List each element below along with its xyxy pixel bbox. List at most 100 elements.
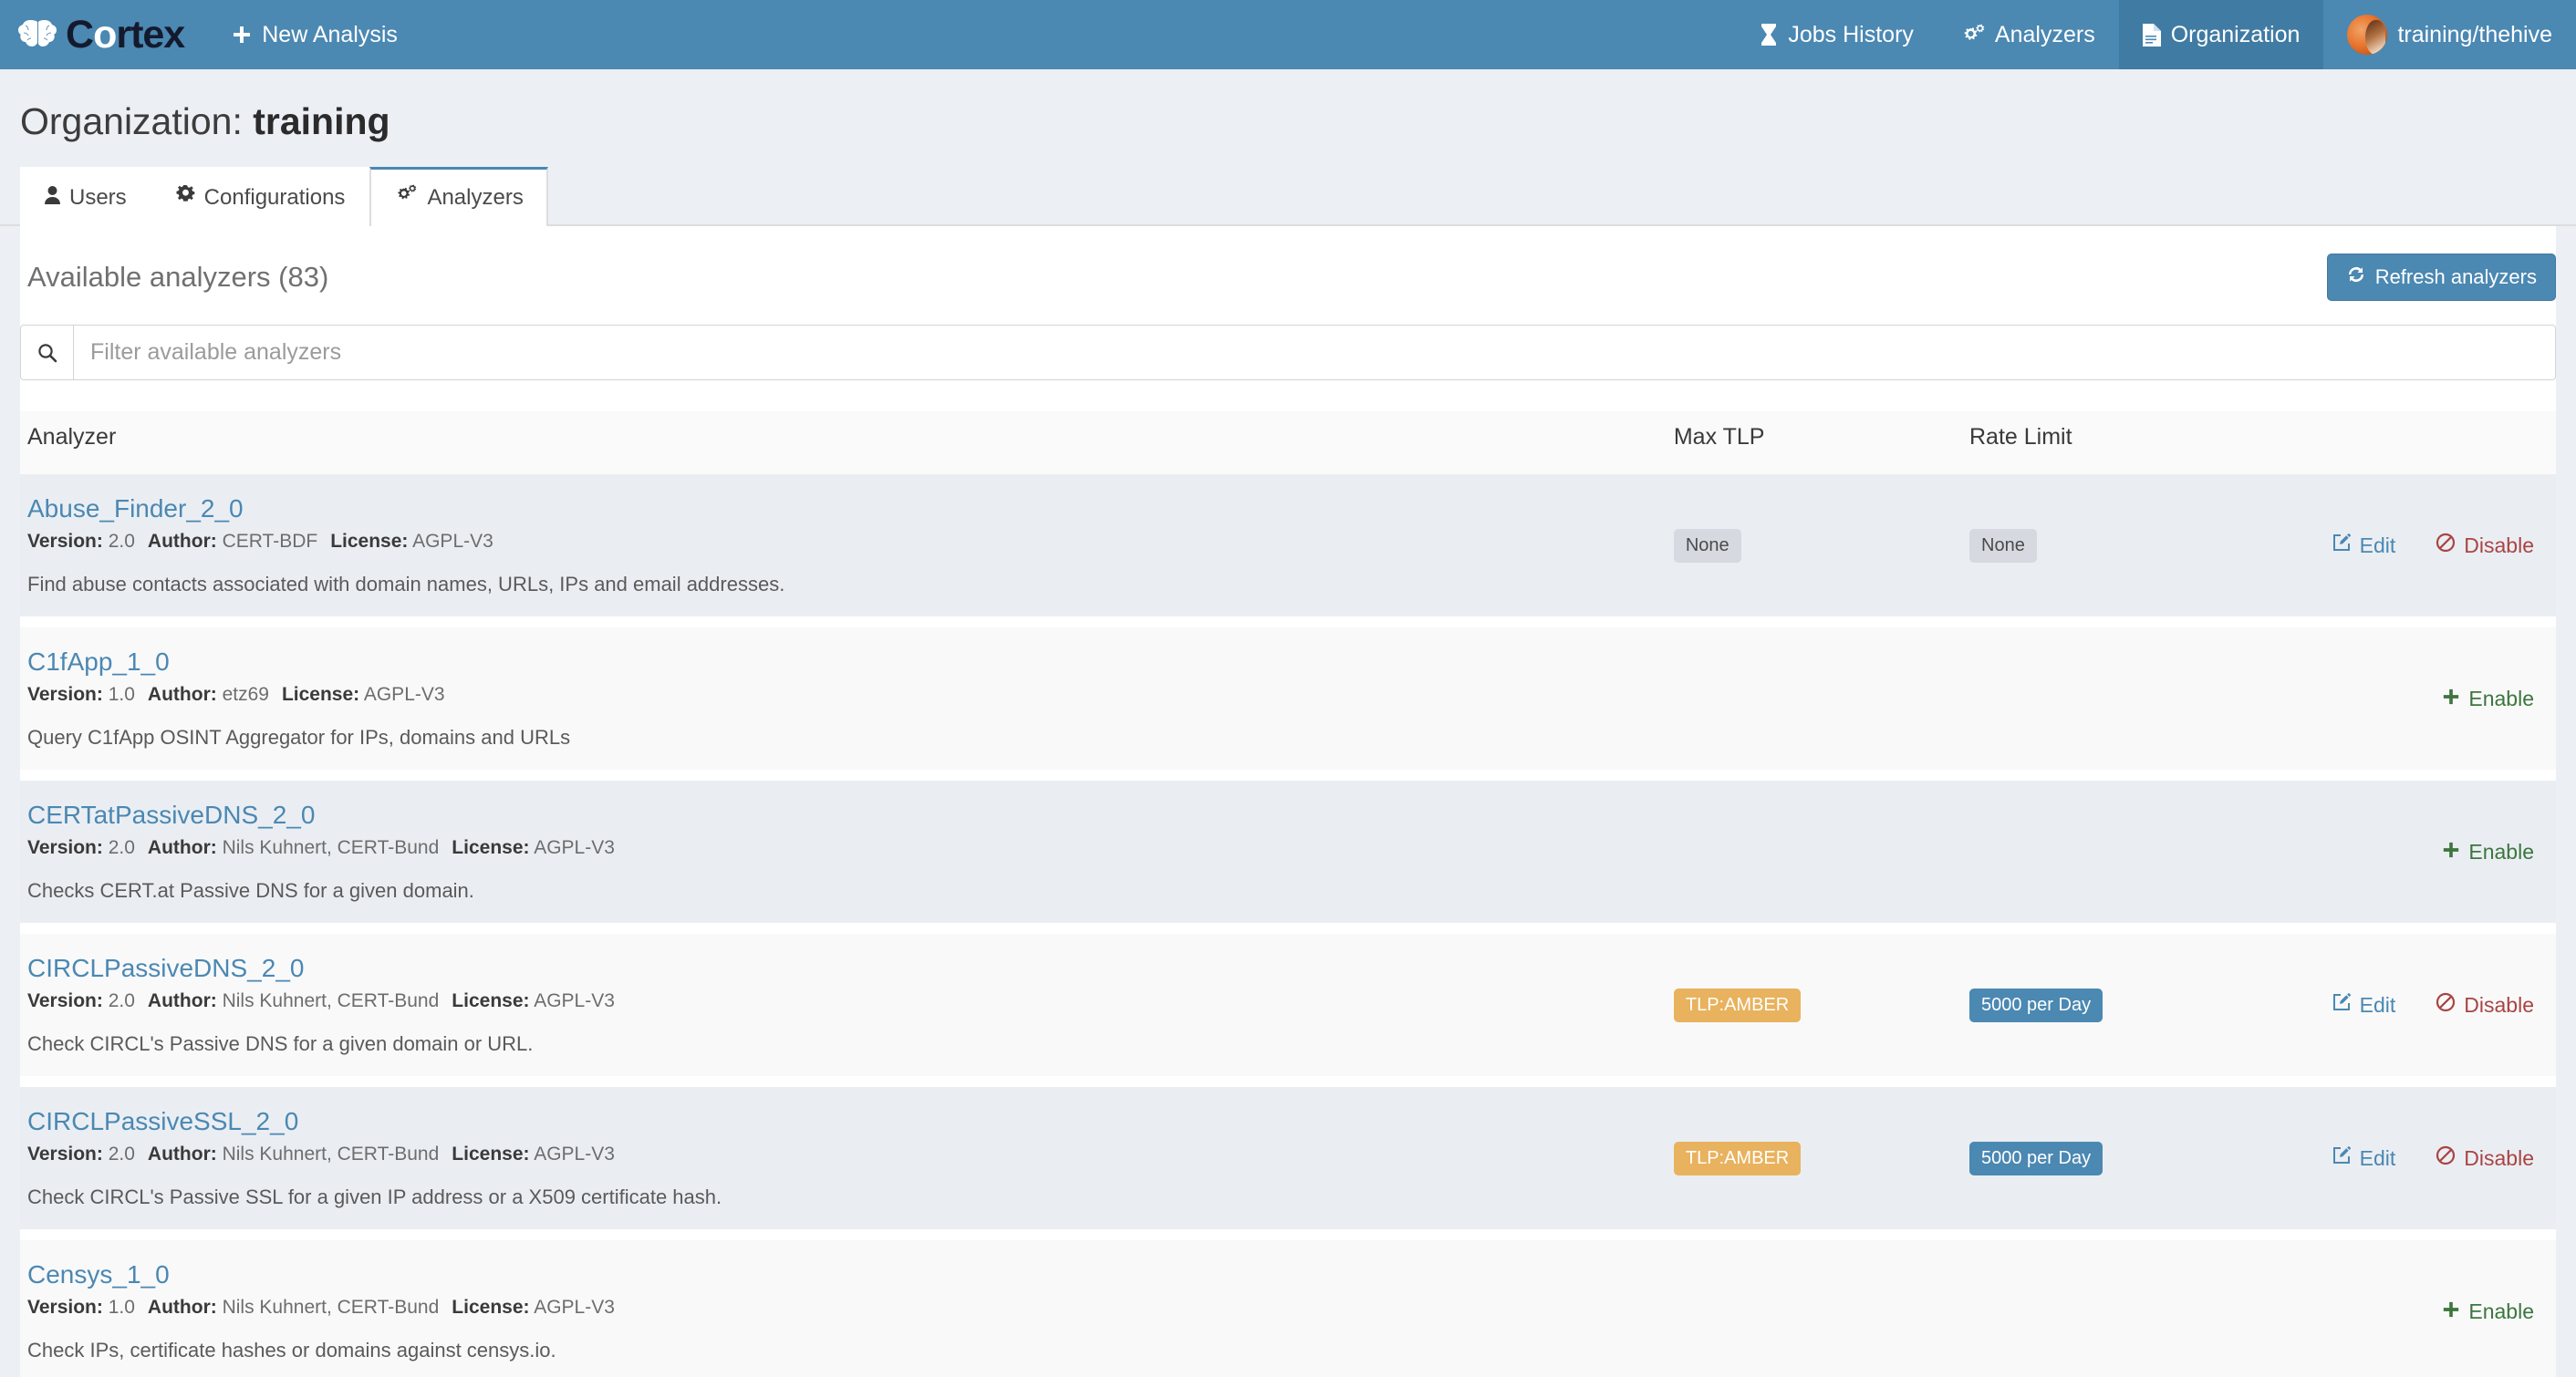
- col-max-tlp: Max TLP: [1673, 411, 1969, 474]
- avatar: [2347, 15, 2388, 55]
- analyzer-name-link[interactable]: Abuse_Finder_2_0: [27, 494, 244, 523]
- edit-analyzer-button[interactable]: Edit: [2332, 992, 2396, 1018]
- nav-organization-label: Organization: [2170, 21, 2301, 47]
- analyzer-description: Check IPs, certificate hashes or domains…: [27, 1339, 556, 1361]
- max-tlp-badge: TLP:AMBER: [1673, 1141, 1802, 1175]
- top-navbar: Cortex New Analysis Jobs History Analyze…: [0, 0, 2576, 69]
- analyzer-meta: Version: 1.0 Author: Nils Kuhnert, CERT-B…: [27, 1297, 1674, 1319]
- row-spacer: [20, 1229, 2556, 1240]
- analyzer-description: Checks CERT.at Passive DNS for a given d…: [27, 879, 474, 902]
- col-actions: [2265, 411, 2556, 474]
- max-tlp-cell: TLP:AMBER: [1673, 934, 1969, 1076]
- rate-limit-badge: 5000 per Day: [1969, 1141, 2103, 1175]
- author-value: Nils Kuhnert, CERT-Bund: [222, 1297, 440, 1318]
- license-label: License:: [281, 684, 360, 705]
- disable-analyzer-button[interactable]: Disable: [2436, 992, 2534, 1018]
- filter-analyzers-input[interactable]: [74, 326, 2555, 379]
- enable-analyzer-button[interactable]: Enable: [2442, 1299, 2534, 1324]
- analyzer-name-link[interactable]: C1fApp_1_0: [27, 647, 170, 677]
- disable-label: Disable: [2464, 992, 2534, 1017]
- analyzer-description: Check CIRCL's Passive SSL for a given IP…: [27, 1185, 722, 1208]
- edit-analyzer-button[interactable]: Edit: [2332, 1145, 2395, 1171]
- max-tlp-badge: None: [1673, 528, 1741, 563]
- version-label: Version:: [27, 531, 103, 552]
- tab-analyzers[interactable]: Analyzers: [369, 167, 548, 226]
- author-label: Author:: [147, 684, 217, 705]
- enable-analyzer-button[interactable]: Enable: [2442, 840, 2534, 865]
- edit-icon: [2332, 1145, 2352, 1171]
- nav-new-analysis[interactable]: New Analysis: [208, 0, 421, 69]
- version-value: 1.0: [108, 684, 135, 705]
- plus-icon: [2442, 840, 2460, 865]
- available-analyzers-title: Available analyzers (83): [27, 261, 329, 293]
- version-value: 1.0: [108, 1297, 135, 1318]
- panel-header: Available analyzers (83) Refresh analyze…: [20, 226, 2556, 325]
- analyzer-name-link[interactable]: CERTatPassiveDNS_2_0: [27, 801, 315, 830]
- actions-cell: Edit Disable: [2265, 934, 2556, 1076]
- analyzer-name-link[interactable]: CIRCLPassiveDNS_2_0: [27, 954, 304, 983]
- edit-label: Edit: [2359, 992, 2396, 1017]
- row-actions: Edit Disable: [2265, 533, 2556, 558]
- analyzer-name-link[interactable]: Censys_1_0: [27, 1260, 170, 1289]
- plus-icon: [2442, 687, 2460, 711]
- license-label: License:: [452, 1144, 530, 1165]
- license-label: License:: [452, 1297, 530, 1318]
- analyzers-table: Analyzer Max TLP Rate Limit Abuse_Finder…: [20, 411, 2556, 1377]
- row-actions: Enable: [2265, 687, 2556, 711]
- version-label: Version:: [27, 684, 103, 705]
- disable-label: Disable: [2464, 1145, 2534, 1170]
- analyzer-meta: Version: 2.0 Author: CERT-BDF License: AGP…: [27, 531, 1674, 553]
- tab-configurations[interactable]: Configurations: [151, 167, 370, 226]
- license-value: AGPL-V3: [534, 837, 615, 858]
- nav-analyzers[interactable]: Analyzers: [1937, 0, 2119, 69]
- max-tlp-cell: TLP:AMBER: [1673, 1087, 1969, 1229]
- enable-analyzer-button[interactable]: Enable: [2442, 687, 2534, 711]
- nav-organization[interactable]: Organization: [2118, 0, 2324, 69]
- col-rate-limit: Rate Limit: [1969, 411, 2266, 474]
- version-label: Version:: [27, 1297, 103, 1318]
- row-spacer: [20, 616, 2556, 627]
- ban-icon: [2436, 533, 2456, 558]
- org-tabs: Users Configurations Analyzers: [0, 167, 2576, 226]
- table-row: CERTatPassiveDNS_2_0 Version: 2.0 Author: …: [20, 781, 2556, 923]
- gear-icon: [176, 184, 195, 211]
- ban-icon: [2436, 1145, 2456, 1171]
- refresh-analyzers-button[interactable]: Refresh analyzers: [2326, 254, 2556, 301]
- disable-analyzer-button[interactable]: Disable: [2436, 1145, 2534, 1171]
- nav-jobs-history[interactable]: Jobs History: [1736, 0, 1937, 69]
- navbar-spacer: [421, 0, 1736, 69]
- version-value: 2.0: [108, 1144, 135, 1165]
- analyzer-name-link[interactable]: CIRCLPassiveSSL_2_0: [27, 1107, 298, 1136]
- license-value: AGPL-V3: [534, 1144, 615, 1165]
- row-actions: Edit Disable: [2265, 992, 2556, 1018]
- table-row: Abuse_Finder_2_0 Version: 2.0 Author: CERT…: [20, 474, 2556, 616]
- nav-user-menu[interactable]: training/thehive: [2323, 0, 2576, 69]
- ban-icon: [2436, 992, 2456, 1018]
- max-tlp-cell: None: [1673, 474, 1969, 616]
- version-label: Version:: [27, 837, 103, 858]
- search-icon[interactable]: [21, 326, 74, 379]
- analyzers-table-body: Abuse_Finder_2_0 Version: 2.0 Author: CERT…: [20, 474, 2556, 1377]
- plus-icon: [2442, 1299, 2460, 1324]
- rate-limit-cell: None: [1969, 474, 2266, 616]
- analyzer-meta: Version: 1.0 Author: etz69 License: AGPL-V…: [27, 684, 1674, 706]
- nav-analyzers-label: Analyzers: [1994, 21, 2095, 47]
- max-tlp-cell: [1673, 627, 1969, 770]
- file-text-icon: [2142, 23, 2161, 47]
- brand-logo-link[interactable]: Cortex: [0, 0, 208, 69]
- edit-icon: [2332, 992, 2352, 1018]
- actions-cell: Edit Disable: [2265, 474, 2556, 616]
- edit-analyzer-button[interactable]: Edit: [2332, 533, 2395, 558]
- tab-users[interactable]: Users: [20, 167, 151, 226]
- disable-analyzer-button[interactable]: Disable: [2436, 533, 2534, 558]
- enable-label: Enable: [2468, 686, 2534, 710]
- table-row: C1fApp_1_0 Version: 1.0 Author: etz69 Licen…: [20, 627, 2556, 770]
- license-value: AGPL-V3: [363, 684, 445, 705]
- row-actions: Edit Disable: [2265, 1145, 2556, 1171]
- row-actions: Enable: [2265, 840, 2556, 865]
- filter-group: [20, 325, 2556, 380]
- tab-users-label: Users: [69, 184, 127, 210]
- edit-icon: [2332, 533, 2352, 558]
- table-row: CIRCLPassiveDNS_2_0 Version: 2.0 Author: N…: [20, 934, 2556, 1076]
- rate-limit-badge: None: [1969, 528, 2037, 563]
